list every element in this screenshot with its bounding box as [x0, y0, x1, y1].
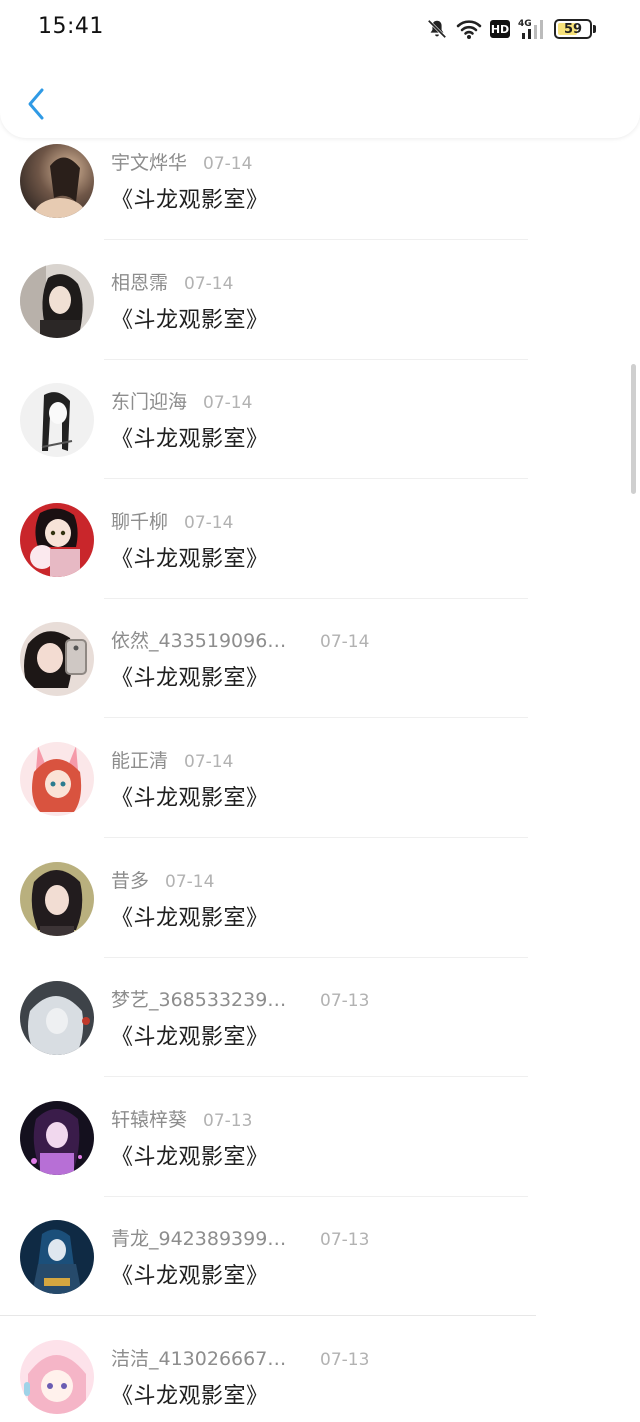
comment-header: 轩辕梓葵 07-13	[111, 1105, 252, 1132]
avatar[interactable]	[20, 981, 94, 1056]
user-name[interactable]: 能正清	[111, 746, 168, 773]
comment-header: 青龙_9423893998... 07-13	[111, 1224, 369, 1251]
list-item[interactable]: 青龙_9423893998... 07-13 《斗龙观影室》	[0, 1196, 640, 1317]
scrollbar[interactable]	[631, 364, 636, 494]
status-icons: HD 4G 59	[426, 16, 596, 42]
avatar[interactable]	[20, 1339, 94, 1414]
list-item[interactable]: 昔多 07-14 《斗龙观影室》	[0, 838, 640, 958]
comment-header: 洁洁_4130266675... 07-13	[111, 1344, 369, 1371]
comment-header: 东门迎海 07-14	[111, 387, 252, 414]
comment-list: 宇文烨华 07-14 《斗龙观影室》 相恩霈 07-14 《斗龙观影室》 东门迎…	[0, 120, 640, 1422]
avatar[interactable]	[20, 861, 94, 936]
user-name[interactable]: 梦艺_3685332398...	[111, 985, 295, 1012]
list-item[interactable]: 聊千柳 07-14 《斗龙观影室》	[0, 479, 640, 599]
network-label: 4G	[518, 19, 532, 29]
comment-text: 《斗龙观影室》	[111, 1264, 269, 1290]
comment-text: 《斗龙观影室》	[111, 666, 269, 692]
comment-text: 《斗龙观影室》	[111, 546, 269, 572]
comment-header: 聊千柳 07-14	[111, 507, 233, 534]
screen: 15:41 HD 4G 59 宇文烨华 07-14 《斗龙观影室》 相恩霈 07…	[0, 0, 640, 1422]
user-name[interactable]: 东门迎海	[111, 387, 187, 414]
avatar[interactable]	[20, 144, 94, 218]
comment-header: 昔多 07-14	[111, 866, 214, 893]
status-time: 15:41	[38, 14, 104, 39]
comment-date: 07-14	[184, 512, 234, 533]
comment-date: 07-14	[165, 871, 215, 892]
list-item[interactable]: 东门迎海 07-14 《斗龙观影室》	[0, 359, 640, 480]
comment-text: 《斗龙观影室》	[111, 188, 269, 213]
list-item[interactable]: 洁洁_4130266675... 07-13 《斗龙观影室》	[0, 1316, 640, 1422]
wifi-icon	[456, 18, 482, 40]
comment-date: 07-14	[184, 751, 234, 772]
list-item[interactable]: 轩辕梓葵 07-13 《斗龙观影室》	[0, 1077, 640, 1197]
comment-header: 依然_4335190968... 07-14	[111, 626, 369, 653]
comment-text: 《斗龙观影室》	[111, 1144, 269, 1170]
comment-date: 07-14	[320, 632, 370, 653]
user-name[interactable]: 依然_4335190968...	[111, 626, 295, 653]
user-name[interactable]: 青龙_9423893998...	[111, 1224, 295, 1251]
avatar[interactable]	[20, 502, 94, 577]
user-name[interactable]: 轩辕梓葵	[111, 1105, 187, 1132]
user-name[interactable]: 宇文烨华	[111, 148, 187, 175]
list-item[interactable]: 依然_4335190968... 07-14 《斗龙观影室》	[0, 598, 640, 719]
user-name[interactable]: 昔多	[111, 866, 149, 893]
comment-header: 能正清 07-14	[111, 746, 233, 773]
comment-date: 07-13	[320, 1230, 370, 1251]
avatar[interactable]	[20, 741, 94, 816]
bell-muted-icon	[426, 18, 448, 40]
comment-date: 07-14	[203, 154, 253, 174]
comment-date: 07-13	[320, 1349, 370, 1370]
user-name[interactable]: 相恩霈	[111, 268, 168, 295]
avatar[interactable]	[20, 1100, 94, 1175]
comment-text: 《斗龙观影室》	[111, 785, 269, 811]
signal-4g-icon: 4G	[518, 17, 546, 41]
comment-date: 07-14	[203, 393, 253, 414]
comment-text: 《斗龙观影室》	[111, 1383, 269, 1409]
comment-header: 宇文烨华 07-14	[111, 148, 252, 175]
comment-text: 《斗龙观影室》	[111, 427, 269, 453]
hd-icon: HD	[490, 20, 510, 38]
comment-date: 07-14	[184, 273, 234, 294]
comment-header: 梦艺_3685332398... 07-13	[111, 985, 369, 1012]
avatar[interactable]	[20, 622, 94, 697]
avatar[interactable]	[20, 383, 94, 458]
comment-date: 07-13	[203, 1110, 253, 1131]
back-button[interactable]	[18, 84, 54, 124]
comment-text: 《斗龙观影室》	[111, 307, 269, 333]
list-item[interactable]: 相恩霈 07-14 《斗龙观影室》	[0, 240, 640, 360]
comment-text: 《斗龙观影室》	[111, 905, 269, 931]
battery-tip	[593, 25, 596, 33]
list-item[interactable]: 能正清 07-14 《斗龙观影室》	[0, 718, 640, 838]
battery-level: 59	[563, 21, 583, 37]
comment-text: 《斗龙观影室》	[111, 1025, 269, 1051]
top-bar: 15:41 HD 4G 59	[0, 0, 640, 138]
chevron-left-icon	[28, 88, 44, 120]
comment-date: 07-13	[320, 991, 370, 1012]
comment-header: 相恩霈 07-14	[111, 268, 233, 295]
battery-icon: 59	[554, 19, 596, 39]
avatar[interactable]	[20, 263, 94, 338]
list-item[interactable]: 梦艺_3685332398... 07-13 《斗龙观影室》	[0, 957, 640, 1078]
user-name[interactable]: 聊千柳	[111, 507, 168, 534]
user-name[interactable]: 洁洁_4130266675...	[111, 1344, 295, 1371]
avatar[interactable]	[20, 1220, 94, 1295]
battery-body: 59	[554, 19, 592, 39]
